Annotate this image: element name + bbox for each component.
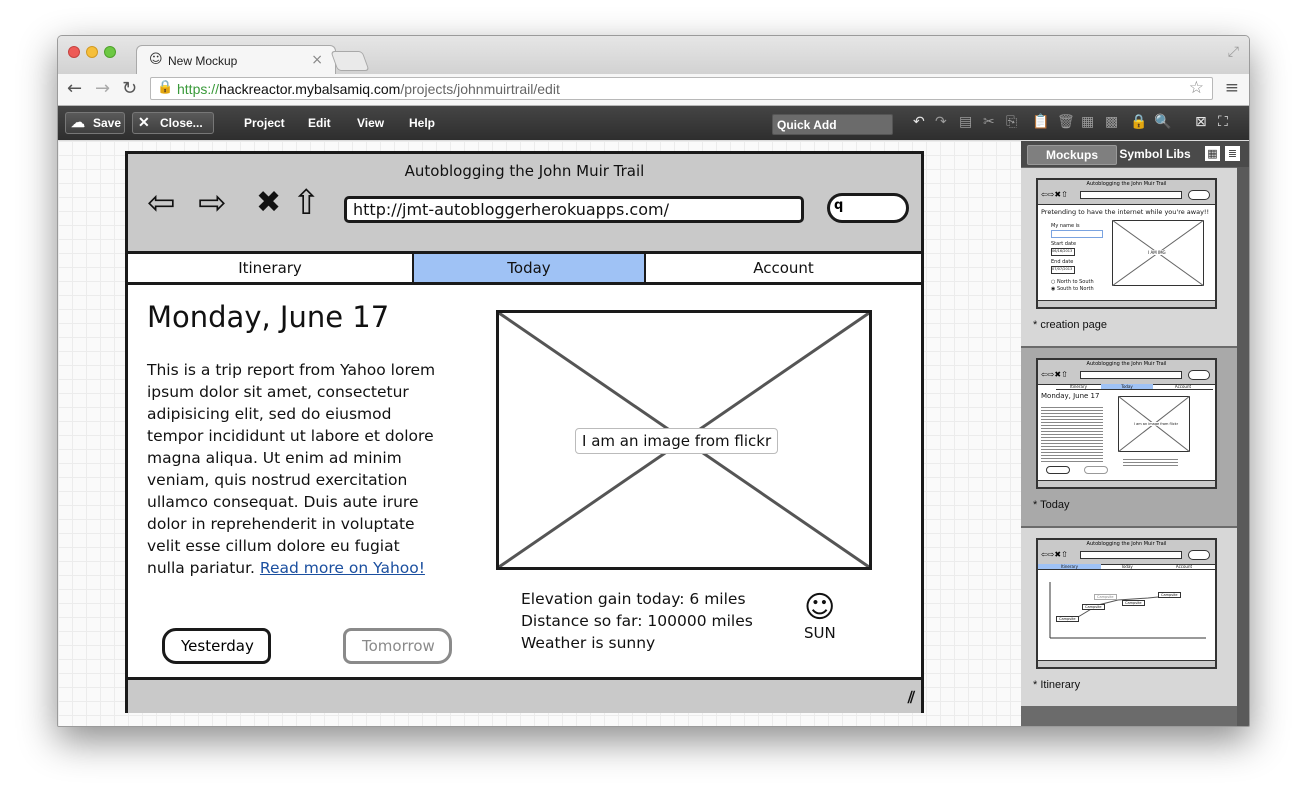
wireframe-title: Autoblogging the John Muir Trail: [404, 162, 645, 180]
tab-today: Today: [414, 254, 646, 282]
smiley-weather-icon: ☺: [804, 590, 836, 625]
mockup-card-creation[interactable]: Autoblogging the John Muir Trail ⇦⇨✖⇧ Pre…: [1021, 168, 1237, 346]
tab-itinerary: Itinerary: [128, 254, 414, 282]
save-button[interactable]: ☁ Save: [65, 112, 125, 134]
bookmark-star-icon[interactable]: ☆: [1189, 78, 1204, 98]
wireframe-header: Autoblogging the John Muir Trail ⇦ ⇨ ✖ ⇧…: [128, 154, 921, 254]
wireframe-tabs: Itinerary Today Account: [128, 254, 921, 285]
cloud-upload-icon: ☁: [71, 114, 85, 130]
present-icon[interactable]: ⊠: [1195, 114, 1207, 130]
panel-scrollbar[interactable]: [1237, 167, 1249, 726]
maximize-window-button[interactable]: [104, 46, 116, 58]
cut-icon[interactable]: ✂: [983, 114, 995, 130]
forward-arrow-icon[interactable]: →: [95, 78, 110, 99]
mockup-card-itinerary[interactable]: Autoblogging the John Muir Trail ⇦⇨✖⇧ Iti…: [1021, 528, 1237, 706]
url-text: https://hackreactor.mybalsamiq.com/proje…: [177, 81, 560, 97]
mockup-card-today[interactable]: Autoblogging the John Muir Trail ⇦⇨✖⇧ Iti…: [1021, 348, 1237, 526]
fullscreen-icon[interactable]: ⤢: [1228, 44, 1239, 60]
copy-icon[interactable]: ⎘: [1006, 114, 1017, 130]
grid-view-icon[interactable]: ▦: [1205, 146, 1220, 161]
ungroup-icon[interactable]: ▩: [1105, 114, 1118, 130]
quick-add[interactable]: [772, 114, 894, 135]
browser-window: ☺ New Mockup × ⤢ ← → ↻ 🔒 https://hackrea…: [57, 35, 1250, 727]
read-more-link: Read more on Yahoo!: [259, 559, 425, 577]
close-window-button[interactable]: [68, 46, 80, 58]
redo-icon[interactable]: ↷: [935, 114, 947, 130]
date-heading: Monday, June 17: [147, 300, 390, 334]
wireframe-forward-icon: ⇨: [198, 183, 227, 223]
reload-icon[interactable]: ↻: [122, 78, 137, 99]
menu-view[interactable]: View: [357, 116, 384, 130]
wireframe-url-field: http://jmt-autobloggerherokuapps.com/: [344, 196, 804, 223]
weather-stat: Weather is sunny: [521, 634, 656, 652]
smiley-favicon-icon: ☺: [149, 52, 163, 67]
duplicate-icon[interactable]: ▤: [959, 114, 972, 130]
quick-add-input[interactable]: [773, 115, 894, 134]
lock-icon[interactable]: 🔒: [1130, 114, 1147, 130]
url-field[interactable]: 🔒 https://hackreactor.mybalsamiq.com/pro…: [150, 77, 1213, 100]
browser-tab[interactable]: ☺ New Mockup ×: [136, 45, 336, 75]
menu-project[interactable]: Project: [244, 116, 285, 130]
group-icon[interactable]: ▦: [1081, 114, 1094, 130]
wireframe-back-icon: ⇦: [147, 183, 176, 223]
card-label-creation: * creation page: [1033, 319, 1107, 331]
thumbnail-creation: Autoblogging the John Muir Trail ⇦⇨✖⇧ Pre…: [1036, 178, 1217, 309]
distance-stat: Distance so far: 100000 miles: [521, 612, 753, 630]
card-label-itinerary: * Itinerary: [1033, 679, 1081, 691]
mockups-panel: Mockups Symbol Libs ▦ ≣ Autoblogging the…: [1021, 141, 1249, 726]
address-bar: ← → ↻ 🔒 https://hackreactor.mybalsamiq.c…: [58, 74, 1249, 106]
paste-icon[interactable]: 📋: [1032, 114, 1049, 130]
elevation-stat: Elevation gain today: 6 miles: [521, 590, 746, 608]
trip-report-text: This is a trip report from Yahoo lorem i…: [147, 361, 436, 577]
wireframe-search-icon: q: [834, 198, 844, 213]
delete-icon[interactable]: 🗑: [1057, 114, 1075, 130]
balsamiq-toolbar: ☁ Save ✕ Close... Project Edit View Help…: [58, 106, 1249, 140]
wireframe-stop-icon: ✖: [256, 185, 282, 220]
list-view-icon[interactable]: ≣: [1225, 146, 1240, 161]
wireframe-footer: ⫽: [128, 677, 921, 713]
wireframe-browser[interactable]: Autoblogging the John Muir Trail ⇦ ⇨ ✖ ⇧…: [125, 151, 924, 713]
tab-close-icon[interactable]: ×: [311, 52, 323, 68]
thumbnail-itinerary: Autoblogging the John Muir Trail ⇦⇨✖⇧ Iti…: [1036, 538, 1217, 669]
back-arrow-icon[interactable]: ←: [67, 78, 82, 99]
search-icon[interactable]: 🔍: [1154, 114, 1171, 130]
image-placeholder: I am an image from flickr: [496, 310, 872, 570]
tab-account: Account: [753, 259, 814, 277]
resize-grip-icon: ⫽: [907, 688, 915, 707]
menu-edit[interactable]: Edit: [308, 116, 331, 130]
close-button[interactable]: ✕ Close...: [132, 112, 214, 134]
browser-tab-title: New Mockup: [168, 54, 238, 68]
browser-tab-bar: ☺ New Mockup × ⤢: [58, 36, 1249, 75]
wireframe-home-icon: ⇧: [292, 183, 321, 223]
tab-symbol-libs[interactable]: Symbol Libs: [1117, 145, 1193, 163]
close-x-icon: ✕: [138, 114, 150, 130]
thumbnail-today: Autoblogging the John Muir Trail ⇦⇨✖⇧ Iti…: [1036, 358, 1217, 489]
minimize-window-button[interactable]: [86, 46, 98, 58]
trail-stats: Elevation gain today: 6 miles Distance s…: [521, 588, 753, 654]
panel-tabs: Mockups Symbol Libs ▦ ≣: [1021, 141, 1249, 167]
weather-label: SUN: [804, 624, 836, 642]
mockup-canvas[interactable]: Autoblogging the John Muir Trail ⇦ ⇨ ✖ ⇧…: [58, 141, 1021, 726]
tab-mockups[interactable]: Mockups: [1027, 145, 1117, 165]
menu-help[interactable]: Help: [409, 116, 435, 130]
undo-icon[interactable]: ↶: [913, 114, 925, 130]
browser-menu-icon[interactable]: ≡: [1225, 78, 1239, 98]
fullscreen-icon[interactable]: ⛶: [1218, 114, 1228, 130]
new-tab-button[interactable]: [330, 51, 370, 71]
image-caption: I am an image from flickr: [575, 428, 779, 454]
wireframe-search-field: q: [827, 193, 909, 223]
card-label-today: * Today: [1033, 499, 1070, 511]
lock-icon: 🔒: [157, 80, 174, 95]
